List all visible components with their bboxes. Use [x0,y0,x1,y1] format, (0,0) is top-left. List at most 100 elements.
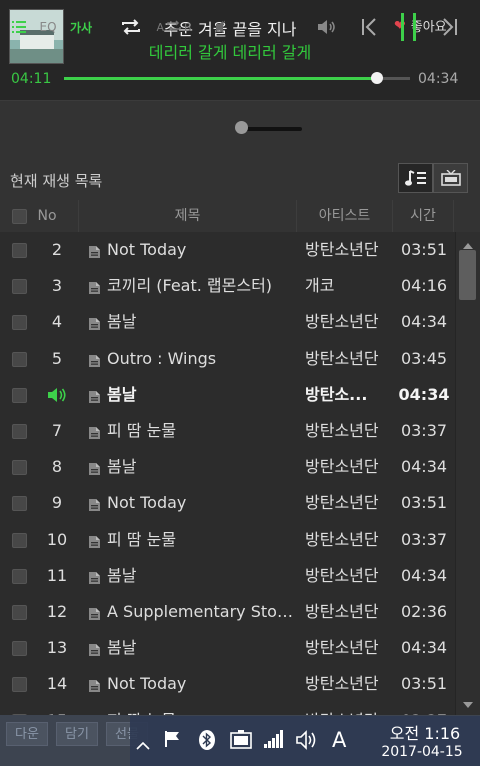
track-row[interactable]: 8 봄날 방탄소년단 04:34 [0,449,455,485]
track-artist[interactable]: 방탄소년단 [305,341,390,377]
track-artist[interactable]: 방탄소... [305,377,390,413]
track-title: Outro : Wings [107,348,217,368]
track-title: 봄날 [107,384,137,404]
track-duration: 04:34 [400,312,448,332]
track-number: 13 [46,638,68,658]
column-artist[interactable]: 아티스트 [297,200,392,232]
track-number: 4 [51,312,63,332]
signal-icon[interactable] [264,730,284,752]
track-number: 15 [40,703,74,715]
track-artist[interactable]: 방탄소년단 [305,594,390,630]
lyrics-doc-icon[interactable] [88,425,101,439]
track-list: 2 Not Today 방탄소년단 03:51 3 코끼리 (Feat. 랩몬스터) 개코 0… [0,232,455,715]
track-artist[interactable]: 방탄소년단 [305,630,390,666]
repeat-icon[interactable] [118,14,144,40]
lyrics-button[interactable]: 가사 [66,14,96,40]
track-artist[interactable]: 방탄소년단 [305,232,390,268]
track-row[interactable]: 14 Not Today 방탄소년단 03:51 [0,666,455,702]
track-checkbox[interactable] [12,424,27,439]
lyrics-doc-icon[interactable] [88,461,101,476]
track-artist[interactable]: 방탄소년단 [305,449,390,485]
track-checkbox[interactable] [12,387,27,403]
track-artist[interactable]: 개코 [305,268,390,304]
progress-bar[interactable] [64,72,410,84]
track-row[interactable]: 11 봄날 방탄소년단 04:34 [0,558,455,594]
track-artist[interactable]: 방탄소년단 [305,666,390,702]
add-to-button[interactable]: 담기 [56,722,98,746]
lyrics-doc-icon[interactable] [88,353,101,367]
column-title[interactable]: 제목 [79,200,296,232]
clock-date[interactable]: 2017-04-15 [368,744,476,760]
select-all-checkbox[interactable] [12,209,27,224]
lyrics-doc-icon[interactable] [88,570,101,584]
track-row[interactable]: 13 봄날 방탄소년단 04:34 [0,630,455,666]
lyrics-doc-icon[interactable] [88,534,101,548]
track-artist[interactable]: 방탄소년단 [305,522,390,558]
track-row[interactable]: 12 A Supplementary Stor... 방탄소년단 02:36 [0,594,455,630]
video-list-view-button[interactable] [433,163,468,193]
ab-repeat-button[interactable]: A B [153,14,195,40]
track-checkbox[interactable] [12,279,27,295]
track-duration: 03:45 [400,348,448,368]
track-row[interactable]: 3 코끼리 (Feat. 랩몬스터) 개코 04:16 [0,268,455,304]
track-row-playing[interactable]: 봄날 방탄소... 04:34 [0,377,455,413]
track-checkbox[interactable] [12,496,27,512]
input-method-indicator[interactable]: A [332,728,346,752]
volume-icon[interactable] [316,14,338,40]
lyrics-doc-icon[interactable] [88,316,101,331]
lyrics-doc-icon[interactable] [88,678,101,693]
track-duration: 03:51 [400,493,448,513]
pause-icon[interactable] [397,13,421,41]
column-time[interactable]: 시간 [393,200,453,232]
volume-knob[interactable] [235,121,248,134]
lyrics-doc-icon[interactable] [88,389,101,403]
track-checkbox[interactable] [12,677,27,693]
lyrics-doc-icon[interactable] [88,642,101,657]
track-checkbox[interactable] [12,532,27,548]
track-duration: 04:34 [400,457,448,477]
track-checkbox[interactable] [12,351,27,367]
mute-icon[interactable] [213,14,227,40]
track-artist[interactable]: 방탄소년단 [305,485,390,521]
track-artist[interactable]: 방탄소년단 [305,703,390,715]
track-checkbox[interactable] [12,243,27,258]
scroll-down-icon[interactable] [462,694,474,713]
progress-knob[interactable] [370,72,383,84]
track-row[interactable]: 2 Not Today 방탄소년단 03:51 [0,232,455,268]
track-artist[interactable]: 방탄소년단 [305,304,390,340]
action-center-flag-icon[interactable] [164,730,182,752]
track-row[interactable]: 10 피 땀 눈물 방탄소년단 03:37 [0,522,455,558]
track-artist[interactable]: 방탄소년단 [305,558,390,594]
track-artist[interactable]: 방탄소년단 [305,413,390,449]
next-icon[interactable] [440,14,460,40]
track-row[interactable]: 5 Outro : Wings 방탄소년단 03:45 [0,341,455,377]
lyrics-doc-icon[interactable] [88,280,101,295]
track-row[interactable]: 7 피 땀 눈물 방탄소년단 03:37 [0,413,455,449]
scroll-thumb[interactable] [459,250,476,300]
track-row[interactable]: 4 봄날 방탄소년단 04:34 [0,304,455,340]
track-checkbox[interactable] [12,605,27,620]
track-title: 코끼리 (Feat. 랩몬스터) [107,276,273,296]
track-checkbox[interactable] [12,568,27,584]
battery-icon[interactable] [230,730,252,754]
lyrics-doc-icon[interactable] [88,244,101,258]
lyrics-doc-icon[interactable] [88,497,101,512]
scrollbar[interactable] [455,232,480,715]
track-row[interactable]: 15 피 땀 눈물 방탄소년단 03:37 [0,703,455,715]
column-no[interactable]: No [32,200,62,232]
show-hidden-icons-icon[interactable] [136,735,150,754]
track-checkbox[interactable] [12,641,27,657]
track-checkbox[interactable] [12,460,27,476]
lyrics-doc-icon[interactable] [88,606,101,620]
speaker-icon[interactable] [296,730,318,754]
download-button[interactable]: 다운 [6,722,48,746]
music-list-view-button[interactable] [398,163,433,193]
list-icon[interactable] [10,14,28,40]
eq-button[interactable]: EQ [37,14,59,40]
bluetooth-icon[interactable] [198,730,216,754]
track-duration: 04:34 [398,384,450,404]
track-row[interactable]: 9 Not Today 방탄소년단 03:51 [0,485,455,521]
previous-icon[interactable] [359,14,379,40]
track-checkbox[interactable] [12,315,27,331]
clock-time[interactable]: 오전 1:16 [380,720,470,744]
